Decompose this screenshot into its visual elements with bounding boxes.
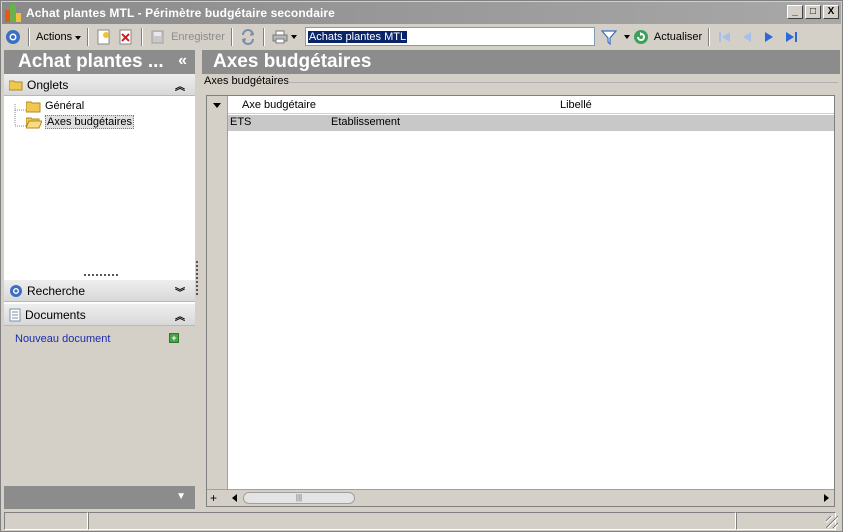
documents-section-header[interactable]: Documents ︽ bbox=[4, 304, 195, 326]
left-panel: Achat plantes ... « Onglets ︽ Général Ax… bbox=[4, 50, 195, 511]
app-window: Achat plantes MTL - Périmètre budgétaire… bbox=[0, 0, 843, 532]
right-panel: Axes budgétaires Axes budgétaires Axe bu… bbox=[202, 50, 840, 511]
open-folder-icon bbox=[26, 117, 42, 128]
save-button[interactable]: Enregistrer bbox=[171, 31, 225, 43]
tree-item-general[interactable]: Général bbox=[26, 98, 84, 114]
toolbar-separator bbox=[230, 27, 233, 46]
close-button[interactable]: X bbox=[823, 5, 839, 19]
tabs-section-header[interactable]: Onglets ︽ bbox=[4, 74, 195, 96]
filter-icon[interactable] bbox=[600, 29, 617, 45]
add-document-icon[interactable]: + bbox=[169, 333, 179, 343]
expand-chevron-icon[interactable]: ︾ bbox=[175, 284, 185, 299]
cell-label: Etablissement bbox=[331, 116, 401, 128]
status-pane bbox=[88, 512, 736, 530]
left-panel-header: Achat plantes ... « bbox=[4, 50, 195, 74]
row-indicator-column bbox=[207, 96, 228, 506]
toolbar: Actions Enregistrer Achats plantes MTL A… bbox=[2, 24, 841, 49]
sync-icon[interactable] bbox=[240, 28, 256, 45]
save-icon[interactable] bbox=[150, 29, 166, 45]
collapse-chevron-icon[interactable]: ︽ bbox=[175, 78, 185, 93]
toolbar-separator bbox=[87, 27, 90, 46]
actions-menu[interactable]: Actions bbox=[36, 31, 82, 43]
horizontal-splitter[interactable] bbox=[84, 274, 118, 277]
grid-footer: + ||| bbox=[207, 489, 834, 506]
caret-down-icon bbox=[213, 103, 221, 108]
minimize-button[interactable]: _ bbox=[787, 5, 803, 19]
refresh-icon[interactable] bbox=[633, 29, 649, 45]
collapse-panel-button[interactable]: « bbox=[178, 52, 187, 70]
scroll-right-button[interactable] bbox=[819, 491, 834, 505]
document-icon bbox=[9, 308, 21, 322]
new-record-icon[interactable] bbox=[96, 29, 112, 45]
next-record-icon[interactable] bbox=[761, 29, 777, 45]
folder-icon bbox=[9, 79, 23, 91]
toolbar-separator bbox=[708, 27, 711, 46]
delete-icon[interactable] bbox=[118, 29, 134, 45]
folder-icon bbox=[26, 101, 41, 112]
app-logo-icon bbox=[5, 4, 21, 22]
search-section-header[interactable]: Recherche ︾ bbox=[4, 280, 195, 302]
filter-dropdown-icon[interactable] bbox=[623, 34, 630, 39]
column-header-axe[interactable]: Axe budgétaire bbox=[242, 99, 316, 111]
title-bar[interactable]: Achat plantes MTL - Périmètre budgétaire… bbox=[2, 2, 841, 24]
cell-code: ETS bbox=[230, 116, 252, 128]
add-row-button[interactable]: + bbox=[210, 491, 217, 505]
toolbar-separator bbox=[262, 27, 265, 46]
maximize-button[interactable]: □ bbox=[805, 5, 821, 19]
group-box-border bbox=[288, 82, 838, 83]
status-bar bbox=[2, 511, 841, 531]
page-title: Axes budgétaires bbox=[202, 50, 840, 74]
tree-item-label: Axes budgétaires bbox=[45, 115, 134, 129]
vertical-splitter[interactable] bbox=[196, 261, 199, 295]
table-row[interactable]: ETS Etablissement bbox=[228, 115, 834, 131]
window-title: Achat plantes MTL - Périmètre budgétaire… bbox=[26, 6, 335, 20]
horizontal-scrollbar-thumb[interactable]: ||| bbox=[243, 492, 355, 504]
new-document-link[interactable]: Nouveau document bbox=[15, 333, 110, 345]
group-box-label: Axes budgétaires bbox=[204, 75, 291, 87]
left-panel-title: Achat plantes ... bbox=[18, 51, 164, 72]
status-pane bbox=[4, 512, 88, 530]
previous-record-icon[interactable] bbox=[739, 29, 755, 45]
search-section-label: Recherche bbox=[27, 283, 86, 298]
toolbar-separator bbox=[141, 27, 144, 46]
search-section-icon bbox=[9, 284, 23, 298]
search-input[interactable]: Achats plantes MTL bbox=[304, 27, 595, 46]
resize-grip-icon[interactable] bbox=[826, 516, 838, 528]
collapse-chevron-icon[interactable]: ︽ bbox=[175, 308, 185, 323]
refresh-button[interactable]: Actualiser bbox=[654, 31, 702, 43]
tree-item-axes-budgetaires[interactable]: Axes budgétaires bbox=[26, 114, 134, 130]
first-record-icon[interactable] bbox=[717, 29, 733, 45]
navigate-icon[interactable] bbox=[5, 29, 21, 45]
status-pane bbox=[736, 512, 836, 530]
column-header-libelle[interactable]: Libellé bbox=[560, 99, 592, 111]
data-grid[interactable]: Axe budgétaire Libellé ETS Etablissement… bbox=[206, 95, 835, 507]
grid-header: Axe budgétaire Libellé bbox=[228, 96, 834, 114]
scroll-left-button[interactable] bbox=[227, 491, 242, 505]
documents-section-label: Documents bbox=[25, 307, 86, 322]
print-dropdown-icon[interactable] bbox=[290, 34, 297, 39]
chevron-down-icon[interactable]: ▼ bbox=[176, 491, 186, 502]
last-record-icon[interactable] bbox=[783, 29, 799, 45]
toolbar-separator bbox=[28, 27, 30, 46]
print-icon[interactable] bbox=[272, 29, 288, 45]
left-panel-footer: ▼ bbox=[4, 486, 195, 509]
tabs-section-label: Onglets bbox=[27, 77, 69, 92]
tree-item-label: Général bbox=[45, 100, 85, 112]
